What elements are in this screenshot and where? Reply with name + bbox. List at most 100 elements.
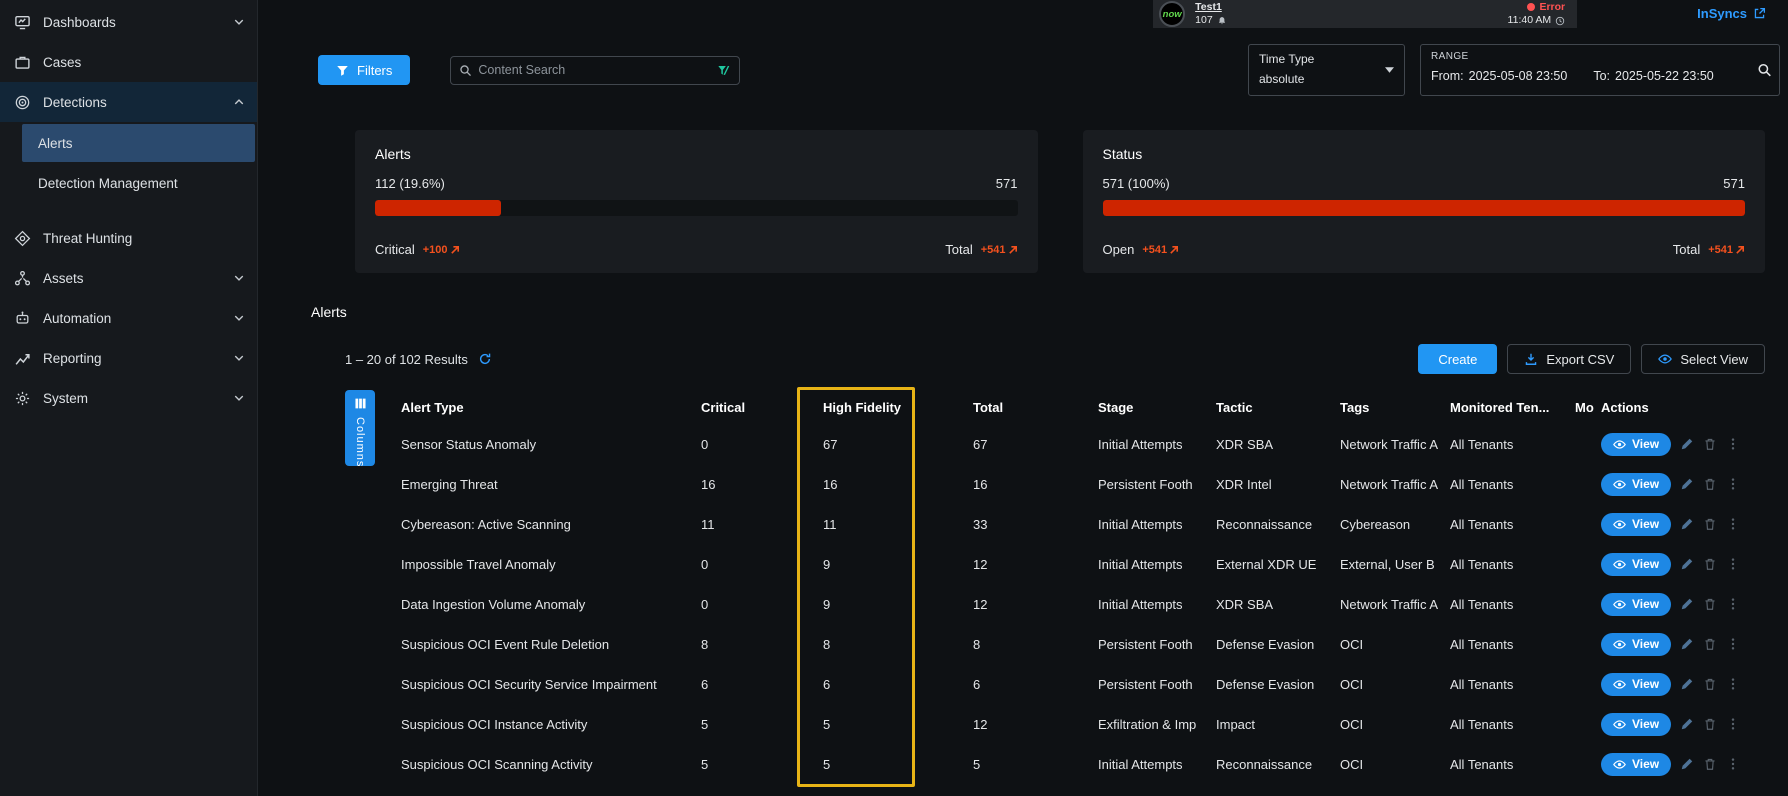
columns-button[interactable]: Columns bbox=[345, 390, 375, 466]
bell-icon[interactable] bbox=[1217, 16, 1227, 26]
edit-icon[interactable] bbox=[1680, 597, 1694, 611]
view-button[interactable]: View bbox=[1601, 433, 1671, 456]
table-header-cell[interactable]: Alert Type bbox=[401, 400, 701, 415]
table-header-cell[interactable]: Critical bbox=[701, 400, 823, 415]
more-actions-icon[interactable] bbox=[1726, 637, 1740, 651]
sidebar-item[interactable]: Alerts bbox=[22, 124, 255, 162]
delete-icon[interactable] bbox=[1703, 597, 1717, 611]
export-csv-button[interactable]: Export CSV bbox=[1507, 344, 1631, 374]
view-button[interactable]: View bbox=[1601, 753, 1671, 776]
view-button[interactable]: View bbox=[1601, 553, 1671, 576]
cell-tactic: XDR SBA bbox=[1216, 597, 1340, 612]
chevron-icon bbox=[233, 96, 245, 108]
sidebar-item[interactable]: Detections bbox=[0, 82, 257, 122]
more-actions-icon[interactable] bbox=[1726, 477, 1740, 491]
table-row[interactable]: Suspicious OCI Security Service Impairme… bbox=[345, 664, 1765, 704]
sidebar-item-label: Detection Management bbox=[38, 176, 178, 191]
cell-tactic: Impact bbox=[1216, 717, 1340, 732]
more-actions-icon[interactable] bbox=[1726, 437, 1740, 451]
more-actions-icon[interactable] bbox=[1726, 677, 1740, 691]
time-type-value: absolute bbox=[1259, 72, 1394, 86]
card-footer-left-label: Critical bbox=[375, 242, 415, 257]
table-row[interactable]: Cybereason: Active Scanning 11 11 33 Ini… bbox=[345, 504, 1765, 544]
table-header-cell[interactable]: Mo bbox=[1575, 400, 1601, 415]
table-row[interactable]: Suspicious OCI Instance Activity 5 5 12 … bbox=[345, 704, 1765, 744]
table-header-cell[interactable]: Stage bbox=[1098, 400, 1216, 415]
sidebar-item[interactable]: Assets bbox=[0, 258, 257, 298]
eye-icon bbox=[1613, 638, 1626, 651]
cell-actions: View bbox=[1601, 553, 1765, 576]
more-actions-icon[interactable] bbox=[1726, 517, 1740, 531]
table-row[interactable]: Suspicious OCI Scanning Activity 5 5 5 I… bbox=[345, 744, 1765, 784]
table-row[interactable]: Emerging Threat 16 16 16 Persistent Foot… bbox=[345, 464, 1765, 504]
time-range-control[interactable]: RANGE From: 2025-05-08 23:50 To: 2025-05… bbox=[1420, 44, 1780, 96]
error-status[interactable]: Error bbox=[1539, 1, 1565, 14]
edit-icon[interactable] bbox=[1680, 677, 1694, 691]
delete-icon[interactable] bbox=[1703, 757, 1717, 771]
edit-icon[interactable] bbox=[1680, 517, 1694, 531]
view-button[interactable]: View bbox=[1601, 473, 1671, 496]
table-row[interactable]: Sensor Status Anomaly 0 67 67 Initial At… bbox=[345, 424, 1765, 464]
delete-icon[interactable] bbox=[1703, 557, 1717, 571]
more-actions-icon[interactable] bbox=[1726, 717, 1740, 731]
filters-button[interactable]: Filters bbox=[318, 55, 410, 85]
edit-icon[interactable] bbox=[1680, 637, 1694, 651]
table-row[interactable]: Suspicious OCI Event Rule Deletion 8 8 8… bbox=[345, 624, 1765, 664]
sidebar-nav: Dashboards Cases Detections A bbox=[0, 2, 257, 418]
sidebar-item[interactable]: Cases bbox=[0, 42, 257, 82]
app: Dashboards Cases Detections A bbox=[0, 0, 1788, 796]
table-row[interactable]: Data Ingestion Volume Anomaly 0 9 12 Ini… bbox=[345, 584, 1765, 624]
edit-icon[interactable] bbox=[1680, 437, 1694, 451]
sidebar-item[interactable]: Automation bbox=[0, 298, 257, 338]
view-button[interactable]: View bbox=[1601, 593, 1671, 616]
cell-critical: 11 bbox=[701, 517, 823, 532]
delete-icon[interactable] bbox=[1703, 437, 1717, 451]
to-label: To: bbox=[1593, 69, 1610, 83]
edit-icon[interactable] bbox=[1680, 477, 1694, 491]
range-search-icon[interactable] bbox=[1757, 63, 1772, 78]
table-header-cell[interactable]: Tactic bbox=[1216, 400, 1340, 415]
table-header-cell[interactable]: High Fidelity bbox=[823, 400, 973, 415]
cell-total: 16 bbox=[973, 477, 1098, 492]
delete-icon[interactable] bbox=[1703, 717, 1717, 731]
delete-icon[interactable] bbox=[1703, 637, 1717, 651]
edit-icon[interactable] bbox=[1680, 757, 1694, 771]
view-button[interactable]: View bbox=[1601, 633, 1671, 656]
table-row[interactable]: Impossible Travel Anomaly 0 9 12 Initial… bbox=[345, 544, 1765, 584]
more-actions-icon[interactable] bbox=[1726, 597, 1740, 611]
table-body: Sensor Status Anomaly 0 67 67 Initial At… bbox=[345, 424, 1765, 784]
cell-stage: Initial Attempts bbox=[1098, 597, 1216, 612]
delete-icon[interactable] bbox=[1703, 477, 1717, 491]
time-type-dropdown[interactable]: Time Type absolute bbox=[1248, 44, 1405, 96]
delete-icon[interactable] bbox=[1703, 517, 1717, 531]
main-content: now Test1 107 Error 11:40 AM bbox=[258, 0, 1788, 796]
refresh-icon[interactable] bbox=[478, 352, 492, 366]
now-logo[interactable]: now bbox=[1159, 1, 1185, 27]
view-button[interactable]: View bbox=[1601, 513, 1671, 536]
table-header-cell[interactable]: Monitored Ten... bbox=[1450, 400, 1575, 415]
view-button[interactable]: View bbox=[1601, 673, 1671, 696]
user-name[interactable]: Test1 bbox=[1195, 1, 1227, 14]
sidebar-item[interactable]: Threat Hunting bbox=[0, 218, 257, 258]
create-button[interactable]: Create bbox=[1418, 344, 1497, 374]
sidebar-item-label: Detections bbox=[43, 95, 107, 110]
card-footer-right-delta: +541 bbox=[981, 244, 1006, 256]
sidebar-item[interactable]: Detection Management bbox=[22, 164, 255, 202]
sidebar-item[interactable]: Reporting bbox=[0, 338, 257, 378]
view-button[interactable]: View bbox=[1601, 713, 1671, 736]
edit-icon[interactable] bbox=[1680, 717, 1694, 731]
sidebar-item[interactable]: System bbox=[0, 378, 257, 418]
query-filter-icon[interactable] bbox=[716, 63, 731, 78]
delete-icon[interactable] bbox=[1703, 677, 1717, 691]
table-header-cell[interactable]: Total bbox=[973, 400, 1098, 415]
more-actions-icon[interactable] bbox=[1726, 557, 1740, 571]
topbar: now Test1 107 Error 11:40 AM bbox=[258, 0, 1788, 30]
table-header-cell[interactable]: Tags bbox=[1340, 400, 1450, 415]
insyncs-link[interactable]: InSyncs bbox=[1697, 6, 1766, 21]
sidebar-item[interactable]: Dashboards bbox=[0, 2, 257, 42]
content-search-input[interactable] bbox=[478, 63, 710, 77]
select-view-button[interactable]: Select View bbox=[1641, 344, 1765, 374]
more-actions-icon[interactable] bbox=[1726, 757, 1740, 771]
edit-icon[interactable] bbox=[1680, 557, 1694, 571]
table-header-cell[interactable]: Actions bbox=[1601, 400, 1765, 415]
